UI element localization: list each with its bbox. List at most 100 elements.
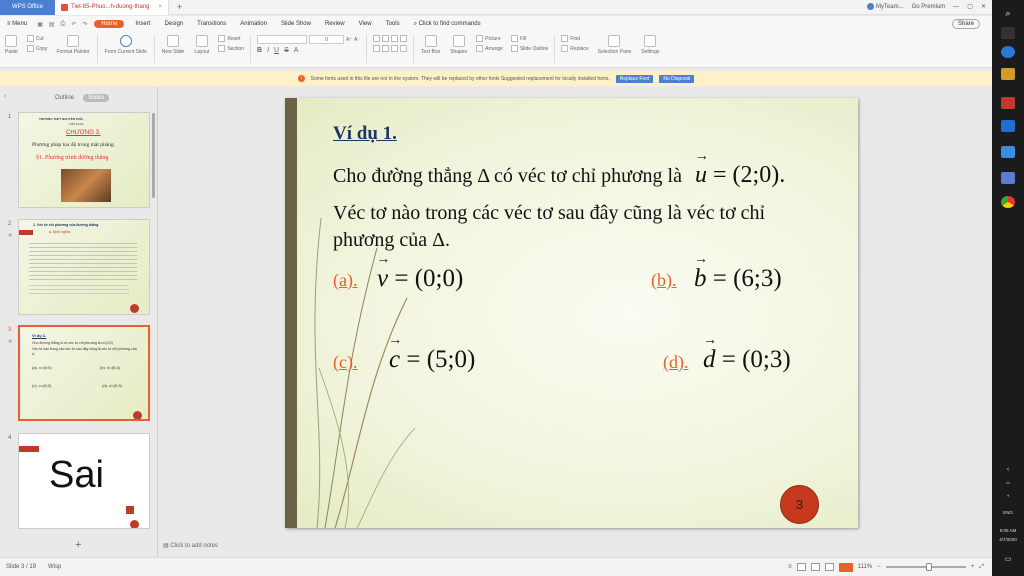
zoom-slider[interactable] [885,563,966,571]
show-hidden-icons[interactable]: ‹ [992,466,1024,473]
add-slide-button[interactable]: + [75,539,81,551]
close-tab-icon[interactable]: × [159,4,163,10]
font-color-icon[interactable]: A [294,47,299,54]
bold-icon[interactable]: B [257,47,262,54]
redo-icon[interactable]: ↷ [79,21,90,28]
new-slide-button[interactable]: New Slide [157,35,190,55]
underline-icon[interactable]: U [274,47,279,54]
replace-font-button[interactable]: Replace Font [615,74,654,83]
tab-slide-show[interactable]: Slide Show [274,21,318,27]
document-tab[interactable]: Tiet-85-Phuo...h-duong-thang × [55,0,170,15]
slideshow-play-button[interactable] [838,562,853,572]
zoom-slider-handle[interactable] [926,563,933,571]
no-disposal-button[interactable]: No Disposal [659,74,695,83]
italic-icon[interactable]: I [267,47,269,54]
arrange-button[interactable]: Arrange [476,45,503,52]
search-icon[interactable]: ⌕ [1001,8,1015,20]
go-premium-button[interactable]: Go Premium [912,4,946,10]
numbering-icon[interactable] [381,35,389,42]
slide-thumbnail-3[interactable]: 3 ✲ Ví dụ 1. Cho đường thẳng Δ có véc tơ… [0,325,155,427]
tab-slides[interactable]: Slides [83,94,110,102]
zoom-level[interactable]: 111% [858,564,872,570]
outlook-icon[interactable] [1001,120,1015,132]
minimize-icon[interactable]: — [953,4,959,10]
new-tab-button[interactable]: + [177,2,182,12]
tab-insert[interactable]: Insert [128,21,157,27]
normal-view-button[interactable] [796,563,806,571]
tab-animation[interactable]: Animation [233,21,274,27]
bullets-icon[interactable] [372,35,380,42]
find-button[interactable]: Find [561,35,588,42]
app-icon[interactable] [1001,146,1015,158]
tab-review[interactable]: Review [318,21,352,27]
tab-tools[interactable]: Tools [379,21,407,27]
section-button[interactable]: Section [218,45,244,52]
strikethrough-icon[interactable]: S [284,47,289,54]
shrink-font-icon[interactable]: A⁻ [354,37,360,43]
notes-placeholder[interactable]: ▤ Click to add notes [163,542,218,549]
fill-button[interactable]: Fill [510,35,548,42]
slide-sorter-button[interactable] [810,563,820,571]
network-icon[interactable]: ▭ [992,480,1024,486]
teams-icon[interactable] [1001,172,1015,184]
open-icon[interactable]: ▣ [34,21,46,28]
from-current-slide-button[interactable]: From Current Slide [100,35,152,55]
edge-icon[interactable] [1001,46,1015,58]
volume-icon[interactable]: ◖ [992,493,1024,498]
zoom-in-icon[interactable]: + [971,564,975,570]
undo-icon[interactable]: ↶ [68,21,79,28]
cut-button[interactable]: Cut [26,35,48,42]
tab-design[interactable]: Design [157,21,190,27]
layout-button[interactable]: Layout [189,35,214,55]
chrome-icon[interactable] [1001,196,1015,208]
menu-button[interactable]: ≡ Menu [0,21,34,27]
maximize-icon[interactable]: ▢ [967,3,973,10]
slide-canvas[interactable]: Ví dụ 1. Cho đường thẳng Δ có véc tơ chỉ… [285,98,858,528]
language-indicator[interactable]: ENG [992,510,1024,515]
print-icon[interactable]: ⎙ [58,21,69,28]
selection-pane-button[interactable]: Selection Pane [593,35,637,55]
slide-outline-button[interactable]: Slide Outline [510,45,548,52]
tab-transitions[interactable]: Transitions [190,21,233,27]
align-left-icon[interactable] [372,45,380,52]
close-window-icon[interactable]: ✕ [981,3,986,10]
align-right-icon[interactable] [390,45,398,52]
picture-button[interactable]: Picture [476,35,503,42]
slide-thumbnail-1[interactable]: 1 TRƯỜNG THPT NGUYỄN TRÃI LỚP 10 A1 CHƯƠ… [0,112,155,214]
file-explorer-icon[interactable] [1001,68,1015,80]
reading-view-button[interactable] [824,563,834,571]
format-painter-button[interactable]: Format Painter [51,35,94,55]
tab-home[interactable]: Home [94,20,125,28]
collapse-panel-icon[interactable]: ‹ [4,93,6,100]
settings-button[interactable]: Settings [636,35,664,55]
shapes-button[interactable]: Shapes [445,35,472,55]
justify-icon[interactable] [399,45,407,52]
align-center-icon[interactable] [381,45,389,52]
clock-time[interactable]: 9:05 AM [992,528,1024,533]
share-button[interactable]: Share [951,19,980,29]
tab-view[interactable]: View [352,21,379,27]
fit-window-icon[interactable]: ⤢ [979,564,984,571]
clock-date[interactable]: 4/7/2020 [992,537,1024,542]
font-name-box[interactable] [257,35,308,44]
slide-thumbnail-2[interactable]: 2 ✲ 1. Véc tơ chỉ phương của đường thẳng… [0,219,155,321]
replace-button[interactable]: Replace [561,45,589,52]
command-search[interactable]: ⌕ Click to find commands [407,21,488,28]
save-icon[interactable]: ▤ [46,21,58,28]
reset-button[interactable]: Reset [218,35,244,42]
slide-thumbnail-4[interactable]: 4 Sai [0,433,155,535]
account-button[interactable]: MyTeam... [866,3,904,11]
wps-office-tab[interactable]: WPS Office [0,0,55,15]
notification-icon[interactable]: ▭ [992,555,1024,563]
notes-toggle-icon[interactable]: ≡ [788,564,792,570]
line-spacing-icon[interactable] [399,35,407,42]
paste-button[interactable]: Paste [0,35,23,55]
tab-outline[interactable]: Outline [50,94,79,102]
zoom-out-icon[interactable]: − [877,564,881,570]
font-size-box[interactable]: 0 [309,35,345,44]
task-view-icon[interactable] [1001,27,1015,39]
indent-icon[interactable] [390,35,398,42]
copy-button[interactable]: Copy [26,45,47,52]
wps-office-icon[interactable] [1001,97,1015,109]
grow-font-icon[interactable]: A⁺ [346,37,352,43]
